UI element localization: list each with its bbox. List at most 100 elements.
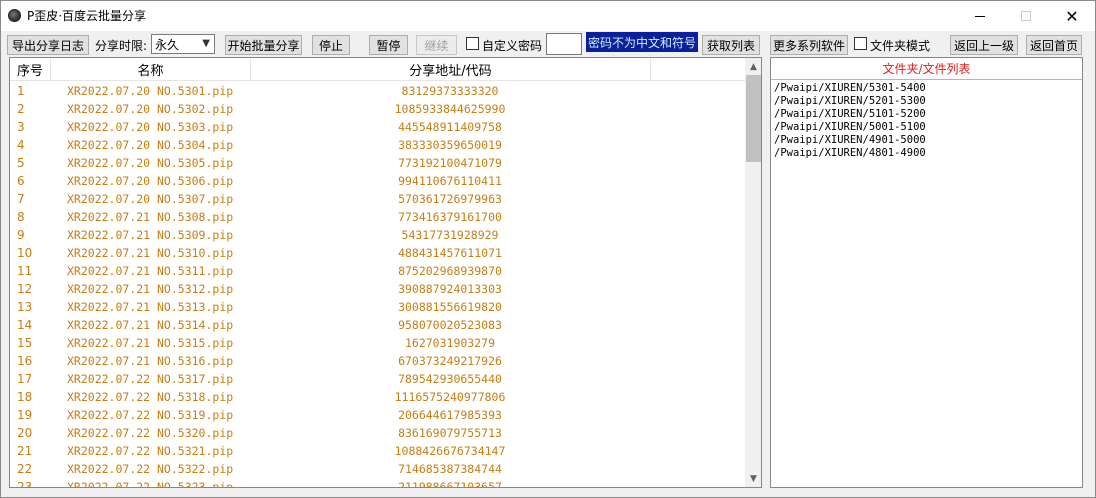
row-share-code: 773192100471079 xyxy=(398,156,502,170)
table-row[interactable]: 5 XR2022.07.20 NO.5305.pip 773192100471079 xyxy=(10,154,745,172)
list-item[interactable]: /Pwaipi/XIUREN/4801-4900 xyxy=(774,147,926,160)
row-index: 9 xyxy=(17,228,25,242)
go-home-button[interactable]: 返回首页 xyxy=(1026,35,1082,55)
row-share-code: 773416379161700 xyxy=(398,210,502,224)
chevron-down-icon: ▼ xyxy=(202,38,210,49)
minimize-icon xyxy=(975,15,985,17)
row-name: XR2022.07.22 NO.5323.pip xyxy=(67,480,234,488)
row-index: 20 xyxy=(17,426,33,440)
stop-button[interactable]: 停止 xyxy=(312,35,350,55)
close-icon: ✕ xyxy=(1065,6,1079,26)
table-row[interactable]: 23 XR2022.07.22 NO.5323.pip 21198866710365… xyxy=(10,478,745,488)
table-row[interactable]: 9 XR2022.07.21 NO.5309.pip 54317731928929 xyxy=(10,226,745,244)
column-header-share-code[interactable]: 分享地址/代码 xyxy=(251,58,651,81)
app-logo-icon xyxy=(8,9,21,22)
row-share-code: 1085933844625990 xyxy=(394,102,506,116)
row-share-code: 206644617985393 xyxy=(398,408,502,422)
row-share-code: 211988667103657 xyxy=(398,480,502,488)
row-index: 6 xyxy=(17,174,25,188)
row-name: XR2022.07.21 NO.5314.pip xyxy=(67,318,234,332)
table-row[interactable]: 19 XR2022.07.22 NO.5319.pip 20664461798539… xyxy=(10,406,745,424)
list-item[interactable]: /Pwaipi/XIUREN/5001-5100 xyxy=(774,121,926,134)
table-row[interactable]: 3 XR2022.07.20 NO.5303.pip 445548911409758 xyxy=(10,118,745,136)
table-row[interactable]: 15 XR2022.07.21 NO.5315.pip 1627031903279 xyxy=(10,334,745,352)
vertical-scrollbar[interactable]: ▲ ▼ xyxy=(745,58,761,487)
row-index: 7 xyxy=(17,192,25,206)
close-button[interactable]: ✕ xyxy=(1049,1,1095,31)
table-row[interactable]: 12 XR2022.07.21 NO.5312.pip 39088792401330… xyxy=(10,280,745,298)
password-input[interactable] xyxy=(546,33,582,55)
row-index: 15 xyxy=(17,336,33,350)
list-item[interactable]: /Pwaipi/XIUREN/5101-5200 xyxy=(774,108,926,121)
custom-password-checkbox[interactable] xyxy=(466,37,479,50)
table-row[interactable]: 16 XR2022.07.21 NO.5316.pip 67037324921792… xyxy=(10,352,745,370)
row-index: 4 xyxy=(17,138,25,152)
row-name: XR2022.07.20 NO.5305.pip xyxy=(67,156,234,170)
go-up-button[interactable]: 返回上一级 xyxy=(950,35,1018,55)
pause-button[interactable]: 暂停 xyxy=(369,35,408,55)
table-row[interactable]: 2 XR2022.07.20 NO.5302.pip 108593384462599… xyxy=(10,100,745,118)
row-index: 8 xyxy=(17,210,25,224)
table-row[interactable]: 21 XR2022.07.22 NO.5321.pip 10884266767341… xyxy=(10,442,745,460)
table-row[interactable]: 22 XR2022.07.22 NO.5322.pip 71468538738474… xyxy=(10,460,745,478)
table-row[interactable]: 11 XR2022.07.21 NO.5311.pip 87520296893987… xyxy=(10,262,745,280)
row-name: XR2022.07.20 NO.5307.pip xyxy=(67,192,234,206)
fetch-list-button[interactable]: 获取列表 xyxy=(702,35,760,55)
share-list-table[interactable]: 序号 名称 分享地址/代码 1 XR2022.07.20 NO.5301.pip 8… xyxy=(9,57,762,488)
table-row[interactable]: 8 XR2022.07.21 NO.5308.pip 773416379161700 xyxy=(10,208,745,226)
row-name: XR2022.07.21 NO.5309.pip xyxy=(67,228,234,242)
table-row[interactable]: 4 XR2022.07.20 NO.5304.pip 383330359650019 xyxy=(10,136,745,154)
password-note: 密码不为中文和符号 xyxy=(586,32,698,52)
row-share-code: 994110676110411 xyxy=(398,174,502,188)
column-header-name[interactable]: 名称 xyxy=(51,58,251,81)
table-row[interactable]: 17 XR2022.07.22 NO.5317.pip 78954293065544… xyxy=(10,370,745,388)
scroll-down-icon[interactable]: ▼ xyxy=(745,470,761,487)
row-share-code: 789542930655440 xyxy=(398,372,502,386)
duration-select[interactable]: 永久 ▼ xyxy=(151,34,215,54)
table-row[interactable]: 13 XR2022.07.21 NO.5313.pip 30088155661982… xyxy=(10,298,745,316)
table-row[interactable]: 7 XR2022.07.20 NO.5307.pip 570361726979963 xyxy=(10,190,745,208)
export-log-button[interactable]: 导出分享日志 xyxy=(7,35,89,55)
row-name: XR2022.07.21 NO.5312.pip xyxy=(67,282,234,296)
row-name: XR2022.07.20 NO.5304.pip xyxy=(67,138,234,152)
row-index: 22 xyxy=(17,462,33,476)
row-name: XR2022.07.21 NO.5311.pip xyxy=(67,264,234,278)
start-batch-share-button[interactable]: 开始批量分享 xyxy=(225,35,302,55)
table-row[interactable]: 20 XR2022.07.22 NO.5320.pip 83616907975571… xyxy=(10,424,745,442)
more-software-button[interactable]: 更多系列软件 xyxy=(770,35,848,55)
table-row[interactable]: 6 XR2022.07.20 NO.5306.pip 994110676110411 xyxy=(10,172,745,190)
maximize-icon xyxy=(1021,11,1031,21)
row-index: 13 xyxy=(17,300,33,314)
window-title: P歪皮·百度云批量分享 xyxy=(27,9,147,23)
row-index: 17 xyxy=(17,372,33,386)
scrollbar-thumb[interactable] xyxy=(746,75,761,162)
list-item[interactable]: /Pwaipi/XIUREN/4901-5000 xyxy=(774,134,926,147)
scroll-up-icon[interactable]: ▲ xyxy=(745,58,761,75)
table-row[interactable]: 1 XR2022.07.20 NO.5301.pip 83129373333320 xyxy=(10,82,745,100)
maximize-button[interactable] xyxy=(1003,1,1049,31)
row-index: 12 xyxy=(17,282,33,296)
column-header-index[interactable]: 序号 xyxy=(10,58,51,81)
table-row[interactable]: 18 XR2022.07.22 NO.5318.pip 11165752409778… xyxy=(10,388,745,406)
list-item[interactable]: /Pwaipi/XIUREN/5201-5300 xyxy=(774,95,926,108)
table-row[interactable]: 14 XR2022.07.21 NO.5314.pip 95807002052308… xyxy=(10,316,745,334)
folder-mode-label: 文件夹模式 xyxy=(870,39,931,53)
title-bar: P歪皮·百度云批量分享 ✕ xyxy=(1,1,1095,31)
folder-file-list-panel: 文件夹/文件列表 /Pwaipi/XIUREN/5301-5400/Pwaipi… xyxy=(770,57,1083,488)
row-share-code: 1088426676734147 xyxy=(394,444,506,458)
row-name: XR2022.07.21 NO.5316.pip xyxy=(67,354,234,368)
resume-button[interactable]: 继续 xyxy=(416,35,457,55)
duration-label: 分享时限: xyxy=(95,39,148,53)
row-index: 21 xyxy=(17,444,33,458)
row-share-code: 300881556619820 xyxy=(398,300,502,314)
row-share-code: 54317731928929 xyxy=(401,228,499,242)
row-share-code: 1116575240977806 xyxy=(394,390,506,404)
table-row[interactable]: 10 XR2022.07.21 NO.5310.pip 48843145761107… xyxy=(10,244,745,262)
minimize-button[interactable] xyxy=(957,1,1003,31)
row-share-code: 1627031903279 xyxy=(404,336,495,350)
list-item[interactable]: /Pwaipi/XIUREN/5301-5400 xyxy=(774,82,926,95)
row-share-code: 714685387384744 xyxy=(398,462,502,476)
duration-value: 永久 xyxy=(155,37,180,52)
folder-mode-checkbox[interactable] xyxy=(854,37,867,50)
folder-list[interactable]: /Pwaipi/XIUREN/5301-5400/Pwaipi/XIUREN/5… xyxy=(774,82,926,160)
